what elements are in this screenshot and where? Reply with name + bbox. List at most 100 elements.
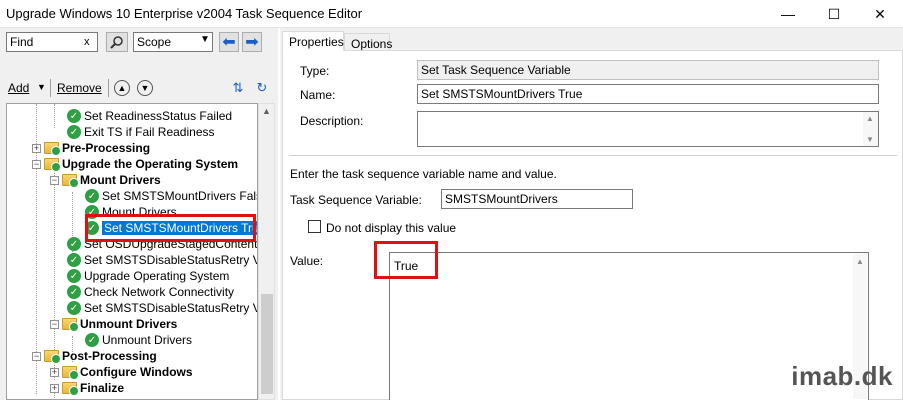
description-field[interactable]	[417, 111, 879, 147]
folder-icon	[44, 158, 61, 172]
tree-item-label: Set SMSTSDisableStatusRetry Varia	[84, 253, 257, 267]
tree-item-label: Set SMSTSMountDrivers False	[102, 189, 258, 203]
variable-label: Task Sequence Variable:	[290, 193, 422, 207]
check-icon: ✓	[67, 301, 81, 315]
check-icon: ✓	[67, 237, 81, 251]
search-button[interactable]	[106, 32, 128, 52]
close-button[interactable]: ✕	[857, 0, 903, 28]
toolbar-divider	[108, 79, 109, 97]
folder-icon	[62, 318, 79, 332]
expand-icon[interactable]: +	[32, 143, 41, 153]
tree-item-label: Upgrade Operating System	[84, 269, 230, 283]
tree-scrollbar[interactable]: ▲	[258, 103, 275, 400]
folder-icon	[62, 366, 79, 380]
expand-icon[interactable]: +	[50, 367, 59, 377]
expand-icon[interactable]: +	[50, 383, 59, 393]
collapse-icon[interactable]: −	[50, 175, 59, 185]
folder-icon	[62, 382, 79, 396]
collapse-icon[interactable]: −	[32, 159, 41, 169]
tree-group[interactable]: − Unmount Drivers	[50, 316, 177, 332]
tree-group[interactable]: − Post-Processing	[32, 348, 157, 364]
tree-group[interactable]: + Pre-Processing	[32, 140, 150, 156]
tree-item-label: Unmount Drivers	[80, 317, 178, 331]
chevron-down-icon: ▼	[200, 34, 210, 45]
tree-item-label: Exit TS if Fail Readiness	[84, 125, 215, 139]
check-icon: ✓	[67, 269, 81, 283]
name-field[interactable]: Set SMSTSMountDrivers True	[417, 84, 879, 104]
check-icon: ✓	[67, 285, 81, 299]
chevron-up-icon: ▲	[117, 83, 127, 93]
tree-item-label: Check Network Connectivity	[84, 285, 235, 299]
type-field: Set Task Sequence Variable	[417, 60, 879, 80]
arrow-right-icon: ➡	[245, 34, 259, 51]
arrow-left-icon: ⬅	[222, 34, 236, 51]
tree-item-label: Finalize	[80, 381, 125, 395]
toolbar-divider	[50, 79, 51, 97]
chevron-down-icon[interactable]: ▼	[866, 135, 874, 144]
tree-item[interactable]: ✓ Set SMSTSDisableStatusRetry Varia	[67, 300, 257, 316]
left-pane: Find x Scope ▼ ⬅ ➡ Add ▼ Remove ▲ ▼ ⇅ ↻ …	[0, 28, 278, 400]
annotation-highlight-box	[85, 214, 256, 242]
tree-item-label: Unmount Drivers	[102, 333, 193, 347]
watermark-text: imab.dk	[791, 361, 893, 391]
tree-item[interactable]: ✓ Check Network Connectivity	[67, 284, 234, 300]
chevron-up-icon[interactable]: ▲	[262, 106, 271, 116]
tree-group[interactable]: + Configure Windows	[50, 364, 193, 380]
tab-options[interactable]: Options	[344, 33, 392, 51]
do-not-display-checkbox[interactable]	[308, 220, 321, 233]
collapse-icon[interactable]: −	[50, 319, 59, 329]
find-previous-button[interactable]: ⬅	[219, 32, 239, 52]
tree-item[interactable]: ✓ Unmount Drivers	[85, 332, 192, 348]
tree-group[interactable]: − Upgrade the Operating System	[32, 156, 238, 172]
name-label: Name:	[300, 88, 336, 102]
find-next-button[interactable]: ➡	[242, 32, 262, 52]
tree-item[interactable]: ✓ Exit TS if Fail Readiness	[67, 124, 215, 140]
right-pane: Properties Options Type: Set Task Sequen…	[280, 28, 903, 400]
tree-item-label: Upgrade the Operating System	[62, 157, 239, 171]
tab-properties[interactable]: Properties	[282, 31, 344, 51]
instructions-text: Enter the task sequence variable name an…	[290, 167, 557, 181]
tree-group[interactable]: + Finalize	[50, 380, 124, 396]
value-label: Value:	[290, 254, 324, 268]
scrollbar-thumb[interactable]	[261, 294, 273, 394]
do-not-display-label: Do not display this value	[326, 221, 457, 235]
folder-icon	[44, 350, 61, 364]
check-icon: ✓	[67, 253, 81, 267]
move-down-button[interactable]: ▼	[137, 80, 153, 96]
tree-group[interactable]: − Mount Drivers	[50, 172, 161, 188]
tree-item-label: Mount Drivers	[80, 173, 161, 187]
tree-item[interactable]: ✓ Set SMSTSMountDrivers False	[85, 188, 258, 204]
chevron-up-icon[interactable]: ▲	[866, 114, 874, 123]
tree-item[interactable]: ✓ Set ReadinessStatus Failed	[67, 108, 232, 124]
check-icon: ✓	[85, 189, 99, 203]
tree-toolbar: Add ▼ Remove ▲ ▼ ⇅ ↻	[0, 76, 278, 100]
window-title: Upgrade Windows 10 Enterprise v2004 Task…	[6, 6, 363, 21]
chevron-up-icon[interactable]: ▲	[856, 257, 864, 266]
find-clear-button[interactable]: x	[84, 36, 90, 48]
description-label: Description:	[300, 114, 364, 128]
folder-icon	[62, 174, 79, 188]
variable-field[interactable]: SMSTSMountDrivers	[441, 189, 633, 209]
move-up-button[interactable]: ▲	[114, 80, 130, 96]
minimize-button[interactable]: —	[765, 0, 811, 28]
tree-item-label: Post-Processing	[62, 349, 157, 363]
check-icon: ✓	[67, 109, 81, 123]
collapse-icon[interactable]: −	[32, 351, 41, 361]
task-sequence-tree[interactable]: ✓ Set ReadinessStatus Failed ✓ Exit TS i…	[6, 103, 258, 400]
annotation-highlight-box	[374, 241, 438, 279]
chevron-down-icon[interactable]: ▼	[37, 82, 46, 92]
title-bar: Upgrade Windows 10 Enterprise v2004 Task…	[0, 0, 903, 28]
tree-item-label: Configure Windows	[80, 365, 193, 379]
refresh-icon[interactable]: ↻	[254, 80, 270, 96]
tree-item[interactable]: ✓ Upgrade Operating System	[67, 268, 229, 284]
chevron-down-icon: ▼	[140, 83, 150, 93]
add-button[interactable]: Add	[8, 81, 29, 95]
tree-item[interactable]: ✓ Set SMSTSDisableStatusRetry Varia	[67, 252, 257, 268]
description-scrollbar[interactable]: ▲ ▼	[863, 112, 878, 146]
remove-button[interactable]: Remove	[57, 81, 102, 95]
section-divider	[289, 155, 897, 156]
check-icon: ✓	[67, 125, 81, 139]
properties-panel: Type: Set Task Sequence Variable Name: S…	[282, 50, 903, 400]
sort-icon[interactable]: ⇅	[230, 80, 246, 96]
maximize-button[interactable]: ☐	[811, 0, 857, 28]
